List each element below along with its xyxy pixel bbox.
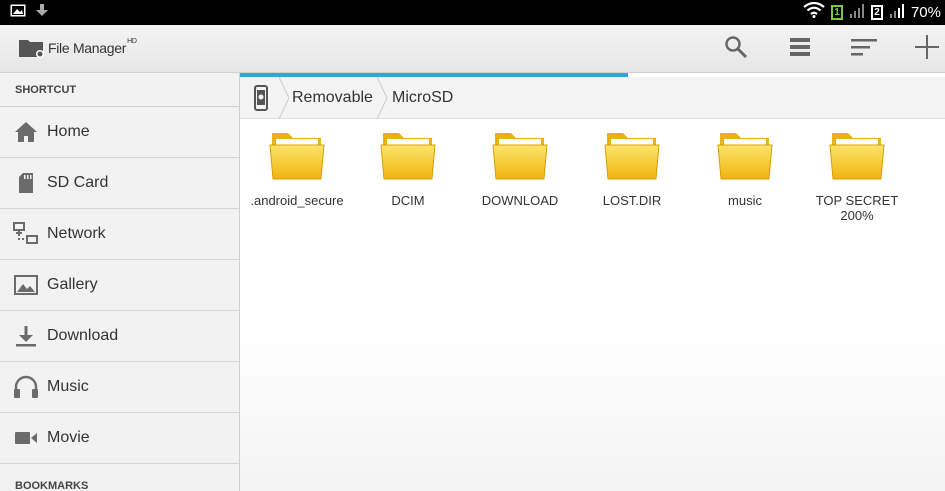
sidebar-item-label: SD Card bbox=[47, 174, 109, 191]
sd-card-icon bbox=[0, 172, 47, 194]
sidebar-item-label: Home bbox=[47, 123, 90, 140]
video-camera-icon bbox=[0, 430, 47, 446]
sidebar-item-music[interactable]: Music bbox=[0, 362, 239, 413]
folder-icon bbox=[268, 125, 326, 183]
download-icon bbox=[36, 4, 48, 22]
file-manager-screen: 1 2 70% File ManagerHD SHORTCUT Home SD … bbox=[0, 0, 945, 491]
folder-name: DOWNLOAD bbox=[481, 193, 559, 208]
view-mode-button[interactable] bbox=[786, 35, 814, 63]
folder-name: DCIM bbox=[391, 193, 425, 208]
folder-icon bbox=[603, 125, 661, 183]
add-icon bbox=[914, 34, 940, 65]
sidebar-item-home[interactable]: Home bbox=[0, 107, 239, 158]
picture-icon bbox=[10, 4, 26, 22]
battery-percent: 70% bbox=[910, 4, 941, 21]
folder-item[interactable]: TOP SECRET 200% bbox=[801, 125, 913, 223]
sidebar-item-movie[interactable]: Movie bbox=[0, 413, 239, 464]
folder-item[interactable]: music bbox=[689, 125, 801, 208]
folder-name: TOP SECRET 200% bbox=[815, 193, 899, 223]
app-title: File ManagerHD bbox=[48, 38, 137, 56]
breadcrumb-separator bbox=[376, 76, 388, 120]
download-icon bbox=[0, 325, 47, 347]
sidebar: SHORTCUT Home SD Card Network Gallery Do… bbox=[0, 73, 240, 491]
sim1-indicator: 1 bbox=[830, 5, 843, 20]
folder-item[interactable]: .android_secure bbox=[241, 125, 353, 208]
folder-item[interactable]: DCIM bbox=[352, 125, 464, 208]
search-button[interactable] bbox=[722, 35, 750, 63]
device-phone-icon[interactable] bbox=[248, 85, 274, 111]
sidebar-item-gallery[interactable]: Gallery bbox=[0, 260, 239, 311]
bookmarks-header: BOOKMARKS bbox=[15, 480, 89, 491]
breadcrumb-separator bbox=[278, 76, 290, 120]
folder-name: music bbox=[728, 193, 762, 208]
folder-name: .android_secure bbox=[250, 193, 344, 208]
folder-icon bbox=[379, 125, 437, 183]
folder-icon bbox=[491, 125, 549, 183]
signal-icon bbox=[889, 3, 905, 23]
status-bar: 1 2 70% bbox=[0, 0, 945, 25]
shortcut-header: SHORTCUT bbox=[0, 73, 239, 107]
action-bar: File ManagerHD bbox=[0, 25, 945, 73]
app-logo-icon bbox=[18, 37, 46, 64]
sort-button[interactable] bbox=[850, 35, 878, 63]
sidebar-item-sd-card[interactable]: SD Card bbox=[0, 158, 239, 209]
breadcrumb-item-removable[interactable]: Removable bbox=[292, 77, 373, 119]
view-list-icon bbox=[788, 36, 812, 63]
folder-item[interactable]: DOWNLOAD bbox=[464, 125, 576, 208]
signal-icon bbox=[849, 3, 865, 23]
folder-icon bbox=[828, 125, 886, 183]
sidebar-item-download[interactable]: Download bbox=[0, 311, 239, 362]
folder-icon bbox=[716, 125, 774, 183]
home-icon bbox=[0, 121, 47, 143]
breadcrumb: Removable MicroSD bbox=[240, 76, 945, 120]
sidebar-item-network[interactable]: Network bbox=[0, 209, 239, 260]
gallery-icon bbox=[0, 275, 47, 295]
breadcrumb-item-microsd[interactable]: MicroSD bbox=[392, 77, 453, 119]
folder-name: LOST.DIR bbox=[602, 193, 662, 208]
app-title-edition: HD bbox=[127, 38, 137, 45]
folder-item[interactable]: LOST.DIR bbox=[576, 125, 688, 208]
sidebar-item-label: Movie bbox=[47, 429, 90, 446]
sidebar-item-label: Gallery bbox=[47, 276, 98, 293]
sidebar-item-label: Download bbox=[47, 327, 119, 344]
network-icon bbox=[0, 222, 47, 246]
wifi-icon bbox=[803, 1, 825, 23]
add-button[interactable] bbox=[913, 34, 941, 65]
sidebar-item-label: Network bbox=[47, 225, 106, 242]
sim2-indicator: 2 bbox=[870, 5, 883, 20]
file-browser: Removable MicroSD .android_secure DCIM D… bbox=[240, 73, 945, 491]
sidebar-item-label: Music bbox=[47, 378, 89, 395]
search-icon bbox=[724, 35, 748, 64]
headphones-icon bbox=[0, 375, 47, 399]
sort-icon bbox=[851, 37, 877, 62]
